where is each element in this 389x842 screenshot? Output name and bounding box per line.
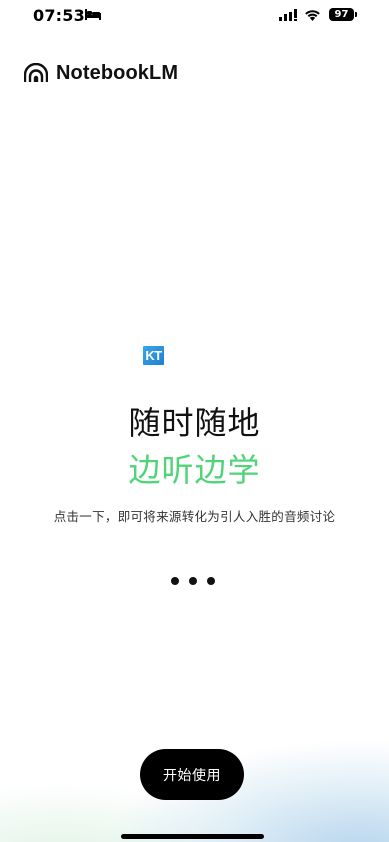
wifi-icon bbox=[305, 10, 320, 21]
loading-dots bbox=[171, 576, 215, 586]
get-started-button[interactable]: 开始使用 bbox=[140, 749, 244, 800]
subheadline: 边听边学 bbox=[128, 451, 261, 489]
bed-icon bbox=[85, 9, 101, 20]
status-bar: 07:53 97 bbox=[0, 0, 389, 34]
dot bbox=[207, 577, 215, 585]
notebooklm-logo-icon bbox=[24, 63, 48, 82]
kt-badge-icon: KT bbox=[143, 346, 164, 365]
app-title: NotebookLM bbox=[56, 61, 179, 84]
home-indicator[interactable] bbox=[121, 834, 264, 839]
signal-icon bbox=[279, 9, 297, 21]
headline: 随时随地 bbox=[128, 404, 261, 442]
battery-icon: 97 bbox=[329, 8, 354, 21]
description: 点击一下，即可将来源转化为引人入胜的音频讨论 bbox=[53, 509, 336, 524]
dot bbox=[189, 577, 197, 585]
onboarding-screen: 07:53 97 NotebookLM KT 随时随地 边听边学 点击一下，即可… bbox=[0, 0, 389, 842]
status-time: 07:53 bbox=[33, 6, 85, 25]
battery-tip bbox=[355, 12, 357, 17]
dot bbox=[171, 577, 179, 585]
app-header: NotebookLM bbox=[24, 60, 178, 86]
